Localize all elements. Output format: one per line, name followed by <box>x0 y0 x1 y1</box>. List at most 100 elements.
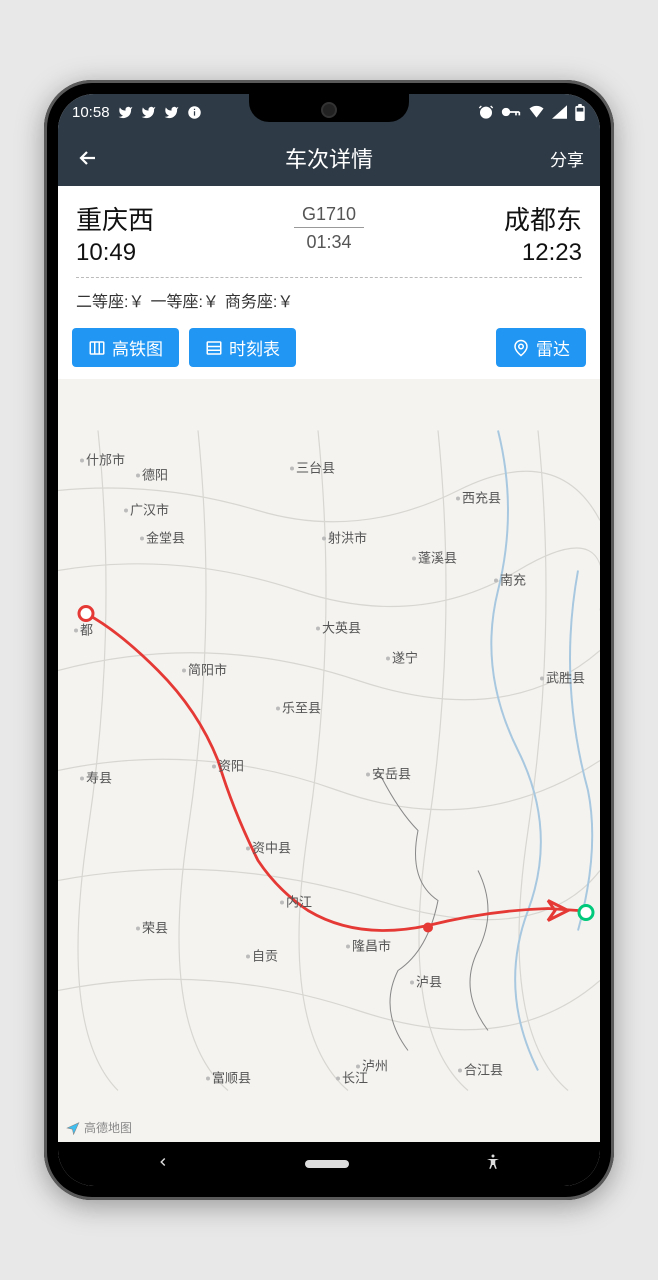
city-dot <box>246 847 250 851</box>
city-dot <box>74 629 78 633</box>
city-dot <box>246 955 250 959</box>
city-label: 南充 <box>500 573 526 588</box>
content: 重庆西 10:49 G1710 01:34 成都东 12:23 二等座:￥ <box>58 186 600 1142</box>
route-stop-marker <box>423 923 433 933</box>
city-label: 什邡市 <box>86 453 125 468</box>
twitter-icon <box>164 105 179 120</box>
radar-button[interactable]: 雷达 <box>496 328 586 367</box>
app-header: 车次详情 分享 <box>58 130 600 186</box>
train-block: G1710 01:34 <box>294 200 364 253</box>
screen: 10:58 车次详情 分享 <box>58 94 600 1186</box>
city-label: 大英县 <box>322 621 361 636</box>
twitter-icon <box>141 105 156 120</box>
notch <box>249 94 409 122</box>
route-end-marker <box>579 906 593 920</box>
city-dot <box>212 765 216 769</box>
map-watermark-text: 高德地图 <box>84 1119 132 1136</box>
radar-icon <box>512 339 530 357</box>
vpn-icon <box>501 105 521 119</box>
battery-icon <box>574 104 586 121</box>
to-time: 12:23 <box>504 239 582 267</box>
city-dot <box>290 467 294 471</box>
train-number[interactable]: G1710 <box>294 204 364 228</box>
city-dot <box>346 945 350 949</box>
nav-back-button[interactable] <box>156 1155 170 1174</box>
map-watermark: 高德地图 <box>66 1119 132 1136</box>
accessibility-icon <box>484 1153 502 1171</box>
city-label: 安岳县 <box>372 767 411 782</box>
trip-summary: 重庆西 10:49 G1710 01:34 成都东 12:23 二等座:￥ <box>58 186 600 318</box>
divider <box>76 277 582 278</box>
hsr-map-label: 高铁图 <box>112 335 163 360</box>
amap-logo-icon <box>66 1121 80 1135</box>
price-business: 商务座:￥ <box>225 288 293 312</box>
city-label: 荣县 <box>142 921 168 936</box>
share-button[interactable]: 分享 <box>550 146 584 171</box>
price-second: 二等座:￥ <box>76 288 144 312</box>
wifi-icon <box>528 105 545 119</box>
pill-icon <box>305 1160 349 1168</box>
from-time: 10:49 <box>76 239 154 267</box>
city-dot <box>140 537 144 541</box>
city-dot <box>356 1065 360 1069</box>
nav-home-button[interactable] <box>305 1155 349 1173</box>
city-dot <box>316 627 320 631</box>
city-dot <box>410 981 414 985</box>
city-label: 乐至县 <box>282 701 321 716</box>
map-canvas: 什邡市德阳广汉市三台县西充县金堂县射洪市蓬溪县南充都大英县遂宁简阳市武胜县乐至县… <box>58 379 600 1142</box>
city-label: 德阳 <box>142 468 168 483</box>
city-dot <box>136 474 140 478</box>
chevron-left-icon <box>156 1155 170 1169</box>
city-label: 射洪市 <box>328 531 367 546</box>
city-dot <box>322 537 326 541</box>
city-label: 西充县 <box>462 491 501 506</box>
city-label: 泸县 <box>416 975 442 990</box>
hsr-map-button[interactable]: 高铁图 <box>72 328 179 367</box>
city-dot <box>494 579 498 583</box>
from-station: 重庆西 <box>76 200 154 237</box>
city-label: 富顺县 <box>212 1071 251 1086</box>
city-dot <box>336 1077 340 1081</box>
nav-accessibility-button[interactable] <box>484 1153 502 1176</box>
to-station: 成都东 <box>504 200 582 237</box>
city-dot <box>366 773 370 777</box>
city-label: 寿县 <box>86 771 112 786</box>
city-dot <box>182 669 186 673</box>
city-label: 广汉市 <box>130 503 169 518</box>
duration: 01:34 <box>294 232 364 253</box>
city-dot <box>136 927 140 931</box>
timetable-label: 时刻表 <box>229 335 280 360</box>
arrival-block: 成都东 12:23 <box>504 200 582 267</box>
route-start-marker <box>79 607 93 621</box>
city-label: 内江 <box>286 895 312 910</box>
city-label: 蓬溪县 <box>418 551 457 566</box>
back-button[interactable] <box>74 144 102 172</box>
page-title: 车次详情 <box>285 142 373 174</box>
city-label: 资中县 <box>252 841 291 856</box>
alarm-icon <box>478 104 494 120</box>
status-left: 10:58 <box>72 104 202 121</box>
radar-label: 雷达 <box>536 335 570 360</box>
city-label: 隆昌市 <box>352 939 391 954</box>
departure-block: 重庆西 10:49 <box>76 200 154 267</box>
city-dot <box>80 777 84 781</box>
arrow-left-icon <box>76 146 100 170</box>
map-area[interactable]: 什邡市德阳广汉市三台县西充县金堂县射洪市蓬溪县南充都大英县遂宁简阳市武胜县乐至县… <box>58 379 600 1142</box>
price-first: 一等座:￥ <box>150 288 218 312</box>
status-right <box>478 104 586 121</box>
city-dot <box>124 509 128 513</box>
city-dot <box>540 677 544 681</box>
city-label: 都 <box>80 623 93 638</box>
info-icon <box>187 105 202 120</box>
city-dot <box>456 497 460 501</box>
city-dot <box>280 901 284 905</box>
city-dot <box>276 707 280 711</box>
timetable-button[interactable]: 时刻表 <box>189 328 296 367</box>
trip-route-row: 重庆西 10:49 G1710 01:34 成都东 12:23 <box>76 200 582 267</box>
city-dot <box>80 459 84 463</box>
twitter-icon <box>118 105 133 120</box>
android-nav-bar <box>58 1142 600 1186</box>
city-label: 资阳 <box>218 759 244 774</box>
map-icon <box>88 339 106 357</box>
city-dot <box>458 1069 462 1073</box>
